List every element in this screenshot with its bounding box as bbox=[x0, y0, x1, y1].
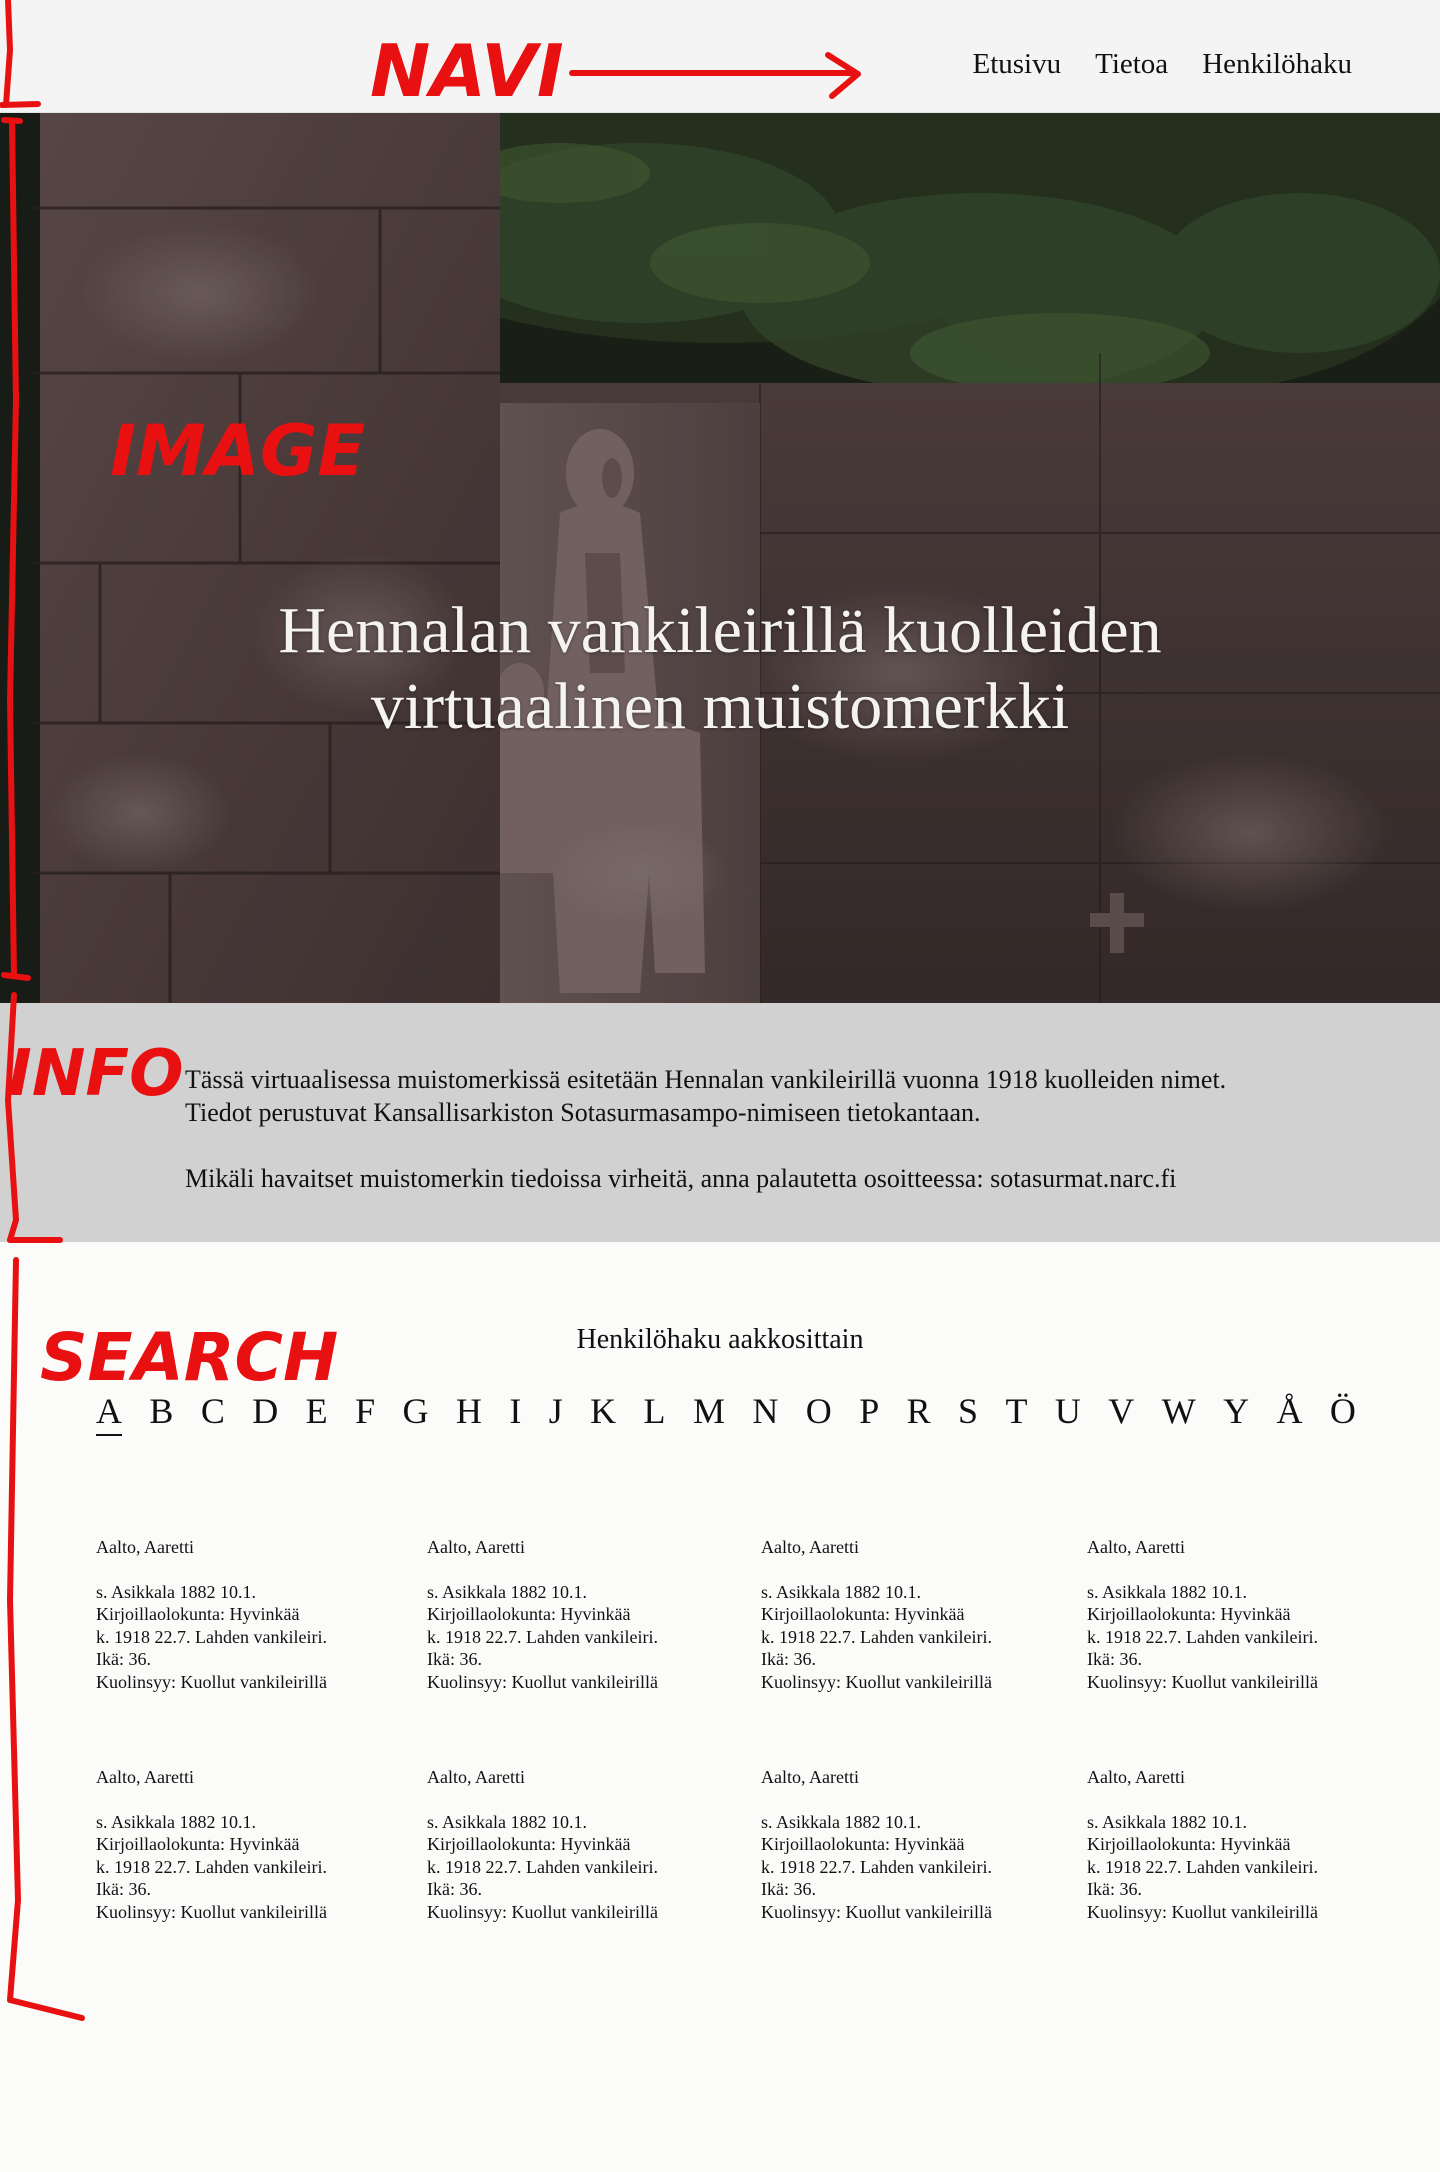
person-death: k. 1918 22.7. Lahden vankileiri. bbox=[1087, 1856, 1318, 1877]
letter-7[interactable]: H bbox=[456, 1390, 482, 1436]
person-age: Ikä: 36. bbox=[427, 1879, 482, 1899]
person-card[interactable]: Aalto, Aaretti s. Asikkala 1882 10.1. Kirj… bbox=[96, 1536, 327, 1693]
hero-title-line-1: Hennalan vankileirillä kuolleiden bbox=[278, 594, 1162, 667]
letter-12[interactable]: M bbox=[693, 1390, 725, 1436]
person-age: Ikä: 36. bbox=[96, 1649, 151, 1669]
person-municipality: Kirjoillaolokunta: Hyvinkää bbox=[761, 1834, 965, 1854]
person-age: Ikä: 36. bbox=[761, 1649, 816, 1669]
person-card[interactable]: Aalto, Aaretti s. Asikkala 1882 10.1. Kirj… bbox=[427, 1536, 658, 1693]
person-name: Aalto, Aaretti bbox=[761, 1537, 859, 1557]
letter-0[interactable]: A bbox=[96, 1390, 122, 1436]
person-name: Aalto, Aaretti bbox=[427, 1767, 525, 1787]
memorial-photo bbox=[0, 113, 1440, 1003]
person-birth: s. Asikkala 1882 10.1. bbox=[427, 1811, 587, 1832]
person-age: Ikä: 36. bbox=[1087, 1649, 1142, 1669]
search-heading: Henkilöhaku aakkosittain bbox=[576, 1324, 864, 1355]
letter-17[interactable]: S bbox=[958, 1390, 978, 1436]
person-name: Aalto, Aaretti bbox=[427, 1537, 525, 1557]
person-death: k. 1918 22.7. Lahden vankileiri. bbox=[761, 1856, 992, 1877]
hero-title-line-2: virtuaalinen muistomerkki bbox=[370, 670, 1070, 743]
letter-4[interactable]: E bbox=[306, 1390, 328, 1436]
person-municipality: Kirjoillaolokunta: Hyvinkää bbox=[427, 1834, 631, 1854]
person-municipality: Kirjoillaolokunta: Hyvinkää bbox=[761, 1604, 965, 1624]
letter-24[interactable]: Ö bbox=[1330, 1390, 1356, 1436]
letter-21[interactable]: W bbox=[1162, 1390, 1196, 1436]
letter-18[interactable]: T bbox=[1005, 1390, 1027, 1436]
letter-20[interactable]: V bbox=[1108, 1390, 1134, 1436]
person-age: Ikä: 36. bbox=[1087, 1879, 1142, 1899]
letter-5[interactable]: F bbox=[355, 1390, 375, 1436]
letter-19[interactable]: U bbox=[1055, 1390, 1081, 1436]
nav-link-etusivu[interactable]: Etusivu bbox=[973, 48, 1062, 81]
person-death: k. 1918 22.7. Lahden vankileiri. bbox=[427, 1626, 658, 1647]
letter-3[interactable]: D bbox=[252, 1390, 278, 1436]
person-name: Aalto, Aaretti bbox=[96, 1537, 194, 1557]
hero-title: Hennalan vankileirillä kuolleiden virtua… bbox=[0, 593, 1440, 745]
person-cause-of-death: Kuolinsyy: Kuollut vankileirillä bbox=[761, 1901, 992, 1922]
person-cause-of-death: Kuolinsyy: Kuollut vankileirillä bbox=[761, 1671, 992, 1692]
person-age: Ikä: 36. bbox=[761, 1879, 816, 1899]
letter-22[interactable]: Y bbox=[1223, 1390, 1249, 1436]
person-age: Ikä: 36. bbox=[96, 1879, 151, 1899]
person-birth: s. Asikkala 1882 10.1. bbox=[427, 1581, 587, 1602]
info-text: Tässä virtuaalisessa muistomerkissä esit… bbox=[185, 1063, 1285, 1228]
navigation-bar: Etusivu Tietoa Henkilöhaku bbox=[0, 0, 1440, 113]
person-municipality: Kirjoillaolokunta: Hyvinkää bbox=[96, 1834, 300, 1854]
person-municipality: Kirjoillaolokunta: Hyvinkää bbox=[96, 1604, 300, 1624]
person-municipality: Kirjoillaolokunta: Hyvinkää bbox=[1087, 1834, 1291, 1854]
person-birth: s. Asikkala 1882 10.1. bbox=[761, 1811, 921, 1832]
person-card[interactable]: Aalto, Aaretti s. Asikkala 1882 10.1. Kirj… bbox=[96, 1766, 327, 1923]
nav-links: Etusivu Tietoa Henkilöhaku bbox=[973, 48, 1353, 81]
letter-14[interactable]: O bbox=[806, 1390, 832, 1436]
letter-16[interactable]: R bbox=[907, 1390, 931, 1436]
person-death: k. 1918 22.7. Lahden vankileiri. bbox=[96, 1626, 327, 1647]
hero-image: Hennalan vankileirillä kuolleiden virtua… bbox=[0, 113, 1440, 1003]
info-paragraph-1: Tässä virtuaalisessa muistomerkissä esit… bbox=[185, 1065, 1227, 1127]
info-paragraph-2: Mikäli havaitset muistomerkin tiedoissa … bbox=[185, 1164, 1177, 1193]
person-cause-of-death: Kuolinsyy: Kuollut vankileirillä bbox=[96, 1901, 327, 1922]
nav-link-tietoa[interactable]: Tietoa bbox=[1095, 48, 1168, 81]
nav-link-henkilohaku[interactable]: Henkilöhaku bbox=[1202, 48, 1352, 81]
letter-6[interactable]: G bbox=[403, 1390, 429, 1436]
letter-8[interactable]: I bbox=[509, 1390, 521, 1436]
person-cause-of-death: Kuolinsyy: Kuollut vankileirillä bbox=[96, 1671, 327, 1692]
person-birth: s. Asikkala 1882 10.1. bbox=[1087, 1581, 1247, 1602]
person-card[interactable]: Aalto, Aaretti s. Asikkala 1882 10.1. Kirj… bbox=[1087, 1536, 1318, 1693]
person-cause-of-death: Kuolinsyy: Kuollut vankileirillä bbox=[427, 1671, 658, 1692]
person-birth: s. Asikkala 1882 10.1. bbox=[96, 1581, 256, 1602]
person-name: Aalto, Aaretti bbox=[1087, 1767, 1185, 1787]
person-card[interactable]: Aalto, Aaretti s. Asikkala 1882 10.1. Kirj… bbox=[1087, 1766, 1318, 1923]
person-card[interactable]: Aalto, Aaretti s. Asikkala 1882 10.1. Kirj… bbox=[427, 1766, 658, 1923]
letter-15[interactable]: P bbox=[859, 1390, 879, 1436]
person-cause-of-death: Kuolinsyy: Kuollut vankileirillä bbox=[1087, 1901, 1318, 1922]
person-death: k. 1918 22.7. Lahden vankileiri. bbox=[1087, 1626, 1318, 1647]
person-birth: s. Asikkala 1882 10.1. bbox=[96, 1811, 256, 1832]
letter-13[interactable]: N bbox=[752, 1390, 778, 1436]
person-card[interactable]: Aalto, Aaretti s. Asikkala 1882 10.1. Kirj… bbox=[761, 1766, 992, 1923]
alphabet-filter: ABCDEFGHIJKLMNOPRSTUVWYÅÖ bbox=[96, 1390, 1356, 1436]
info-section: Tässä virtuaalisessa muistomerkissä esit… bbox=[0, 1003, 1440, 1242]
person-card[interactable]: Aalto, Aaretti s. Asikkala 1882 10.1. Kirj… bbox=[761, 1536, 992, 1693]
person-municipality: Kirjoillaolokunta: Hyvinkää bbox=[1087, 1604, 1291, 1624]
annotation-bracket-search bbox=[7, 1257, 21, 2003]
letter-10[interactable]: K bbox=[590, 1390, 616, 1436]
person-birth: s. Asikkala 1882 10.1. bbox=[761, 1581, 921, 1602]
person-municipality: Kirjoillaolokunta: Hyvinkää bbox=[427, 1604, 631, 1624]
person-death: k. 1918 22.7. Lahden vankileiri. bbox=[761, 1626, 992, 1647]
person-death: k. 1918 22.7. Lahden vankileiri. bbox=[96, 1856, 327, 1877]
person-cause-of-death: Kuolinsyy: Kuollut vankileirillä bbox=[1087, 1671, 1318, 1692]
letter-11[interactable]: L bbox=[644, 1390, 666, 1436]
letter-23[interactable]: Å bbox=[1277, 1390, 1303, 1436]
letter-1[interactable]: B bbox=[149, 1390, 173, 1436]
letter-2[interactable]: C bbox=[201, 1390, 225, 1436]
person-name: Aalto, Aaretti bbox=[96, 1767, 194, 1787]
person-name: Aalto, Aaretti bbox=[1087, 1537, 1185, 1557]
person-age: Ikä: 36. bbox=[427, 1649, 482, 1669]
person-cause-of-death: Kuolinsyy: Kuollut vankileirillä bbox=[427, 1901, 658, 1922]
person-name: Aalto, Aaretti bbox=[761, 1767, 859, 1787]
person-birth: s. Asikkala 1882 10.1. bbox=[1087, 1811, 1247, 1832]
person-death: k. 1918 22.7. Lahden vankileiri. bbox=[427, 1856, 658, 1877]
letter-9[interactable]: J bbox=[549, 1390, 563, 1436]
